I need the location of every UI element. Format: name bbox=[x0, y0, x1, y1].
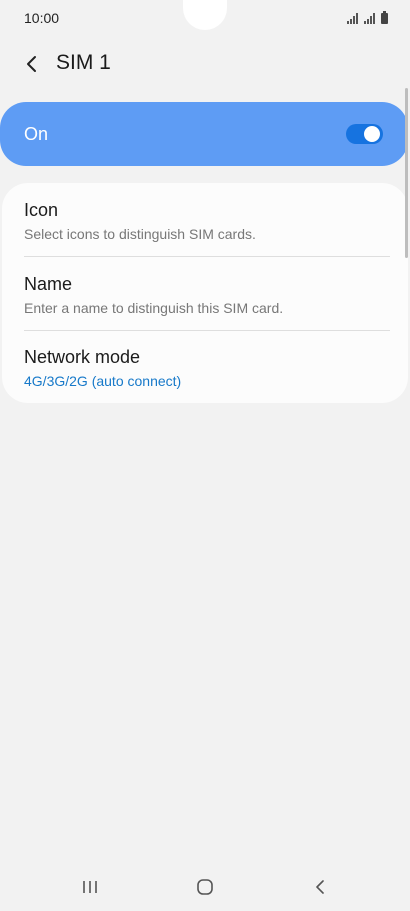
sim-enable-toggle[interactable] bbox=[346, 124, 383, 144]
setting-subtitle: Enter a name to distinguish this SIM car… bbox=[24, 300, 284, 316]
setting-subtitle: Select icons to distinguish SIM cards. bbox=[24, 226, 256, 242]
home-button[interactable] bbox=[187, 873, 223, 901]
sim-enable-label: On bbox=[24, 124, 49, 144]
recent-apps-button[interactable] bbox=[72, 873, 108, 901]
setting-row-name[interactable]: Name Enter a name to distinguish this SI… bbox=[2, 257, 408, 331]
page-title: SIM 1 bbox=[56, 51, 111, 74]
setting-row-icon[interactable]: Icon Select icons to distinguish SIM car… bbox=[2, 183, 408, 257]
camera-notch bbox=[183, 0, 227, 30]
header: SIM 1 bbox=[0, 40, 410, 86]
sim-settings-card: Icon Select icons to distinguish SIM car… bbox=[2, 183, 408, 403]
status-bar: 10:00 bbox=[0, 0, 410, 36]
setting-row-network-mode[interactable]: Network mode 4G/3G/2G (auto connect) bbox=[2, 331, 408, 405]
back-icon bbox=[316, 880, 324, 894]
back-button[interactable] bbox=[18, 50, 46, 78]
setting-title: Icon bbox=[24, 200, 59, 220]
sim-enable-card[interactable]: On bbox=[0, 102, 408, 166]
signal-icon bbox=[364, 12, 375, 24]
chevron-left-icon bbox=[27, 56, 36, 72]
status-icons bbox=[347, 10, 388, 24]
setting-value: 4G/3G/2G (auto connect) bbox=[24, 373, 182, 389]
status-time: 10:00 bbox=[24, 10, 60, 26]
battery-icon bbox=[381, 11, 388, 24]
home-icon bbox=[197, 879, 213, 895]
toggle-knob bbox=[363, 125, 381, 143]
signal-icon bbox=[347, 12, 358, 24]
scrollbar[interactable] bbox=[405, 88, 408, 258]
nav-back-button[interactable] bbox=[302, 873, 338, 901]
navigation-bar bbox=[0, 863, 410, 911]
recent-apps-icon bbox=[83, 881, 97, 893]
setting-title: Network mode bbox=[24, 347, 141, 367]
setting-title: Name bbox=[24, 274, 73, 294]
